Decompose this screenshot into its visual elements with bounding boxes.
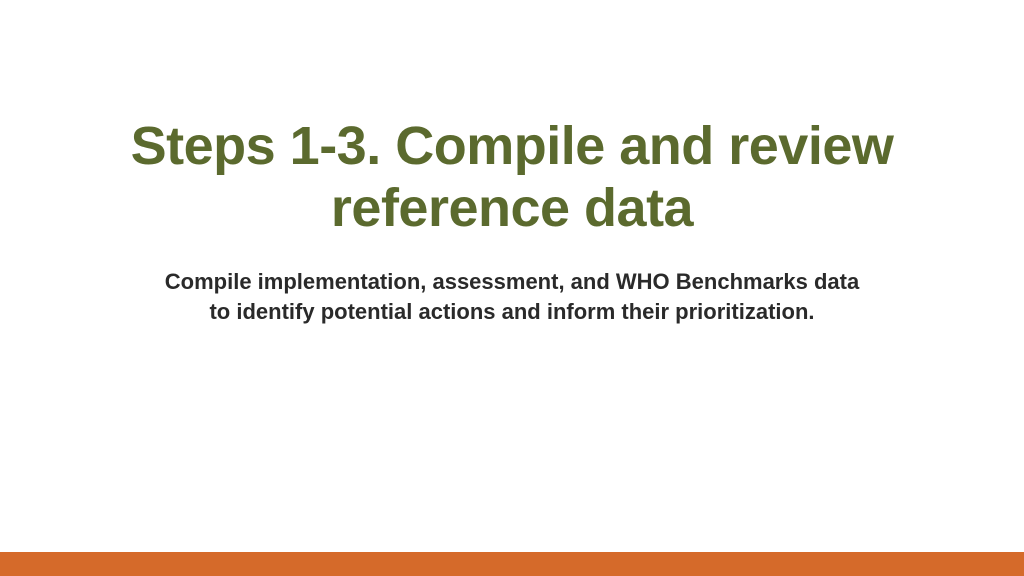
accent-bar (0, 552, 1024, 576)
slide-content: Steps 1-3. Compile and review reference … (0, 0, 1024, 576)
slide-title: Steps 1-3. Compile and review reference … (72, 115, 952, 239)
slide-subtitle: Compile implementation, assessment, and … (152, 267, 872, 326)
